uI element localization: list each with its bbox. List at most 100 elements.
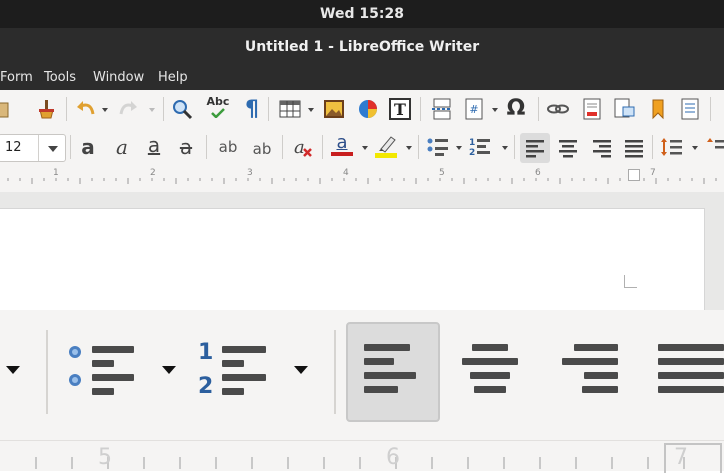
increase-paragraph-spacing-icon[interactable]	[706, 135, 724, 159]
window-title-bar: Untitled 1 - LibreOffice Writer	[0, 28, 724, 66]
align-center-icon[interactable]	[556, 136, 580, 160]
insert-image-icon[interactable]	[322, 97, 346, 121]
bookmark-icon[interactable]	[646, 97, 670, 121]
separator	[66, 97, 67, 121]
find-replace-icon[interactable]	[170, 97, 194, 121]
separator	[268, 97, 269, 121]
zoomed-ruler: 5 6 7	[0, 440, 724, 473]
zoom-dropdown-icon[interactable]	[6, 366, 20, 374]
font-size-dropdown-button[interactable]	[38, 135, 65, 161]
svg-text:1: 1	[469, 138, 475, 148]
svg-text:a: a	[294, 137, 305, 158]
ruler-label: 4	[343, 168, 349, 178]
separator	[652, 135, 653, 159]
superscript-icon[interactable]: ab	[214, 135, 242, 159]
bullet-list-dropdown-icon[interactable]	[456, 146, 462, 150]
separator	[322, 135, 323, 159]
zoom-bullet-list-icon[interactable]	[64, 340, 144, 410]
system-top-bar: Wed 15:28	[0, 0, 724, 28]
special-character-icon[interactable]: Ω	[504, 96, 528, 121]
zoom-ruler-label: 7	[674, 445, 688, 470]
underline-icon[interactable]: a	[142, 133, 166, 157]
separator	[163, 97, 164, 121]
paste-icon[interactable]	[0, 97, 14, 121]
subscript-icon[interactable]: ab	[248, 137, 276, 161]
highlight-dropdown-icon[interactable]	[406, 146, 412, 150]
numbered-list-icon[interactable]: 12	[468, 135, 492, 159]
separator	[420, 97, 421, 121]
zoom-align-left-icon[interactable]	[346, 322, 440, 422]
menu-form[interactable]: Form	[0, 70, 33, 85]
redo-dropdown-icon[interactable]	[149, 108, 155, 112]
chevron-down-icon	[48, 146, 58, 152]
zoom-justify-icon[interactable]	[654, 342, 724, 402]
standard-toolbar: Abc ¶ T # Ω	[0, 90, 724, 129]
ruler-label: 6	[535, 168, 541, 178]
menu-window[interactable]: Window	[93, 70, 144, 85]
separator	[538, 97, 539, 121]
highlight-icon[interactable]	[374, 134, 398, 158]
spellcheck-label: Abc	[206, 95, 230, 108]
separator	[418, 135, 419, 159]
bullet-list-icon[interactable]	[426, 135, 450, 159]
svg-text:T: T	[394, 100, 406, 119]
clock[interactable]: Wed 15:28	[320, 6, 404, 22]
ruler-label: 5	[439, 168, 445, 178]
clear-formatting-icon[interactable]: a	[290, 135, 314, 159]
page-margin-corner	[624, 275, 637, 288]
menu-help[interactable]: Help	[158, 70, 188, 85]
zoom-numbered-dropdown-icon[interactable]	[294, 366, 308, 374]
line-spacing-dropdown-icon[interactable]	[692, 146, 698, 150]
page-break-icon[interactable]	[430, 97, 454, 121]
ruler-ticks	[7, 178, 717, 184]
zoom-bullet-dropdown-icon[interactable]	[162, 366, 176, 374]
hyperlink-icon[interactable]	[546, 97, 570, 121]
formatting-marks-icon[interactable]: ¶	[240, 97, 264, 122]
insert-field-dropdown-icon[interactable]	[492, 108, 498, 112]
strikethrough-icon[interactable]: a	[174, 135, 198, 159]
document-page[interactable]	[0, 208, 705, 320]
align-right-icon[interactable]	[590, 136, 614, 160]
justify-icon[interactable]	[622, 136, 646, 160]
insert-table-icon[interactable]	[278, 97, 302, 121]
zoom-numbered-list-icon[interactable]: 1 2	[196, 340, 276, 410]
comment-icon[interactable]	[678, 97, 702, 121]
ruler-label: 7	[650, 168, 656, 178]
bold-icon[interactable]: a	[76, 135, 100, 159]
redo-icon[interactable]	[116, 97, 140, 121]
separator	[282, 135, 283, 159]
zoom-ruler-label: 5	[98, 445, 112, 470]
separator	[46, 330, 48, 414]
svg-text:2: 2	[469, 148, 475, 158]
highlight-swatch	[375, 152, 397, 158]
undo-icon[interactable]	[74, 97, 98, 121]
font-color-icon[interactable]: a	[330, 133, 354, 157]
insert-table-dropdown-icon[interactable]	[308, 108, 314, 112]
menu-tools[interactable]: Tools	[44, 70, 76, 85]
zoom-align-right-icon[interactable]	[556, 342, 626, 402]
menu-bar: Form Tools Window Help	[0, 66, 724, 90]
insert-chart-icon[interactable]	[356, 97, 380, 121]
separator	[334, 330, 336, 414]
zoom-align-center-icon[interactable]	[456, 342, 526, 402]
footnote-icon[interactable]	[580, 97, 604, 121]
undo-dropdown-icon[interactable]	[102, 108, 108, 112]
font-size-combo[interactable]: 12	[0, 134, 66, 162]
cross-reference-icon[interactable]	[612, 97, 636, 121]
italic-icon[interactable]: a	[110, 135, 134, 159]
insert-textbox-icon[interactable]: T	[388, 97, 412, 121]
font-color-dropdown-icon[interactable]	[362, 146, 368, 150]
insert-field-icon[interactable]: #	[462, 97, 486, 121]
separator	[710, 97, 711, 121]
line-spacing-icon[interactable]	[660, 135, 684, 159]
font-size-input[interactable]: 12	[5, 140, 22, 155]
paint-brush-icon[interactable]	[34, 97, 58, 121]
separator	[70, 135, 71, 159]
spellcheck-icon[interactable]: Abc	[204, 95, 232, 119]
numbered-list-dropdown-icon[interactable]	[502, 146, 508, 150]
align-left-icon[interactable]	[520, 133, 550, 163]
right-indent-marker[interactable]	[628, 169, 640, 181]
ruler-label: 2	[150, 168, 156, 178]
horizontal-ruler[interactable]: 1 2 3 4 5 6 7	[0, 166, 724, 193]
separator	[514, 135, 515, 159]
